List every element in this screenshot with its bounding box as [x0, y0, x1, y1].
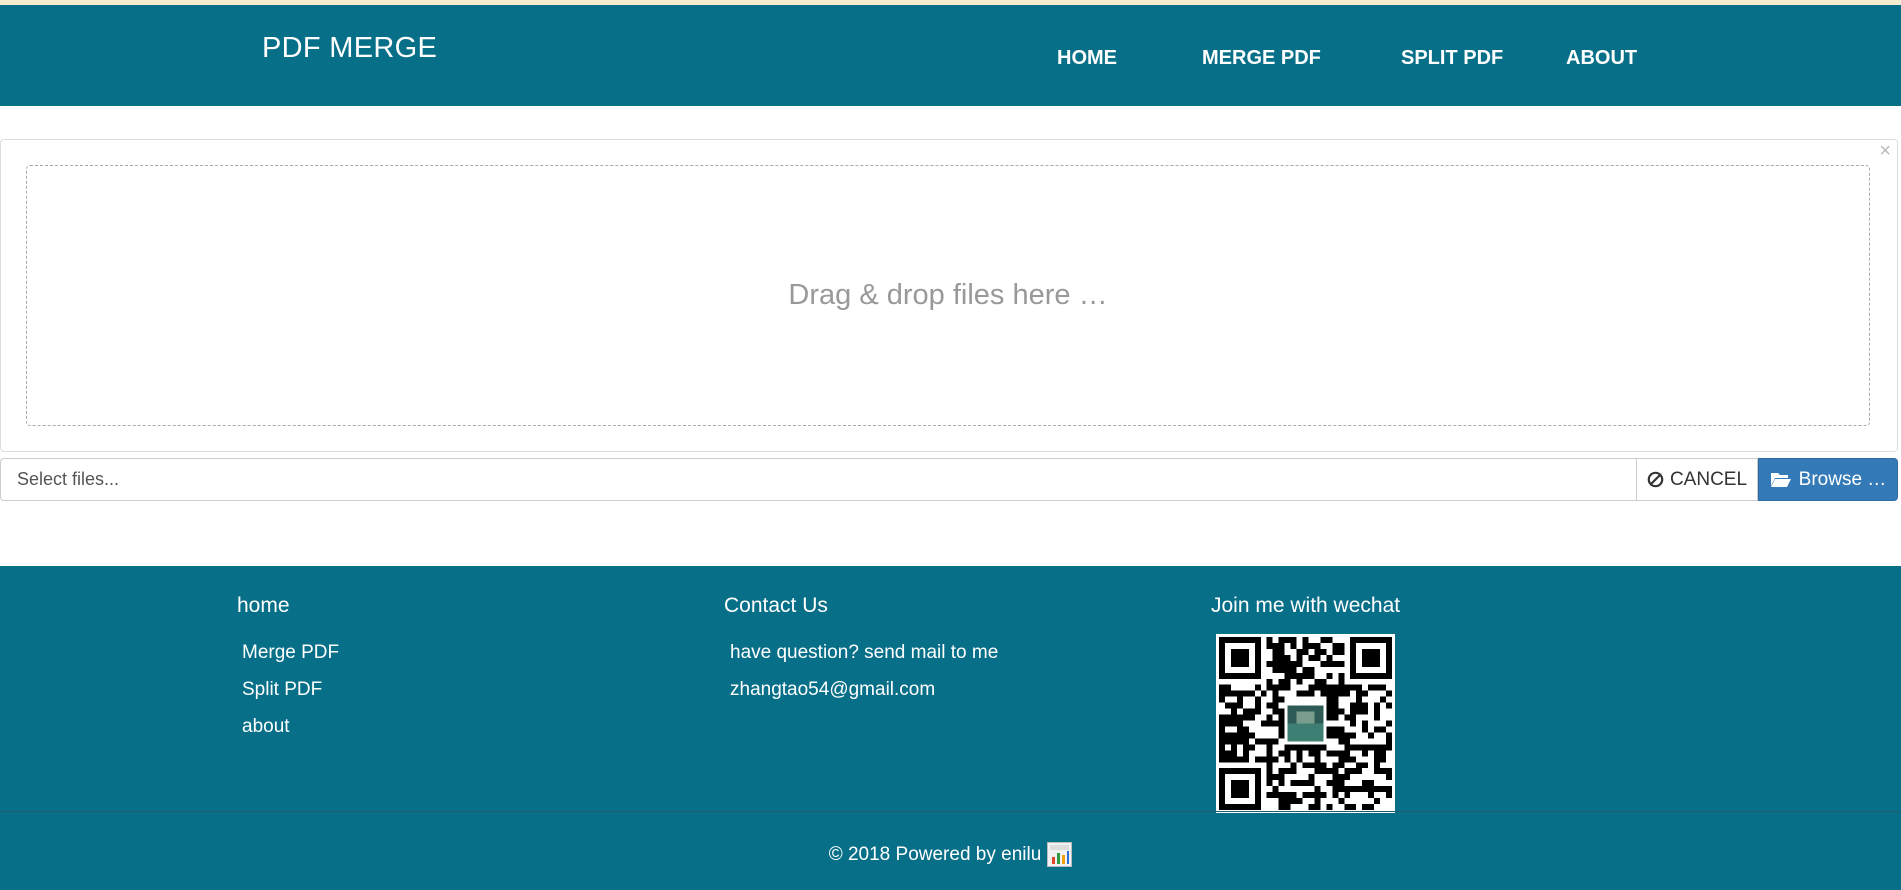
ban-icon [1647, 471, 1664, 488]
cancel-button[interactable]: CANCEL [1636, 458, 1758, 501]
close-icon[interactable]: × [1879, 141, 1891, 161]
folder-open-icon [1770, 471, 1792, 488]
cancel-label: CANCEL [1669, 468, 1748, 490]
nav-split-pdf[interactable]: SPLIT PDF [1401, 47, 1503, 70]
file-caption-input[interactable]: Select files... [0, 458, 1636, 501]
file-preview-panel: × Drag & drop files here … [0, 139, 1898, 452]
file-input-group: Select files... CANCEL Browse … [0, 458, 1898, 501]
browse-label: Browse … [1798, 468, 1887, 490]
copyright-text: © 2018 Powered by enilu [828, 843, 1042, 865]
footer-wechat-title: Join me with wechat [1211, 594, 1401, 617]
footer-link-split-pdf[interactable]: Split PDF [242, 679, 322, 701]
nav-merge-pdf[interactable]: MERGE PDF [1202, 47, 1321, 70]
site-header: PDF MERGE HOME MERGE PDF SPLIT PDF ABOUT [0, 5, 1901, 106]
drop-zone-text: Drag & drop files here … [788, 279, 1108, 311]
site-footer: home Merge PDF Split PDF about Contact U… [0, 566, 1901, 890]
wechat-qr-code [1216, 634, 1395, 813]
footer-contact-question: have question? send mail to me [730, 642, 999, 663]
nav-home[interactable]: HOME [1057, 47, 1117, 70]
footer-contact-title: Contact Us [724, 594, 828, 617]
footer-link-merge-pdf[interactable]: Merge PDF [242, 642, 339, 664]
footer-contact-email[interactable]: zhangtao54@gmail.com [730, 679, 935, 701]
nav-about[interactable]: ABOUT [1566, 47, 1637, 70]
browse-button[interactable]: Browse … [1758, 458, 1898, 501]
footer-home-title: home [237, 594, 290, 617]
drop-zone[interactable]: Drag & drop files here … [26, 165, 1870, 426]
site-stats-icon[interactable] [1047, 842, 1073, 867]
footer-divider [0, 811, 1901, 812]
copyright-bar: © 2018 Powered by enilu [0, 842, 1901, 867]
brand-logo[interactable]: PDF MERGE [262, 32, 437, 65]
footer-link-about[interactable]: about [242, 716, 290, 738]
